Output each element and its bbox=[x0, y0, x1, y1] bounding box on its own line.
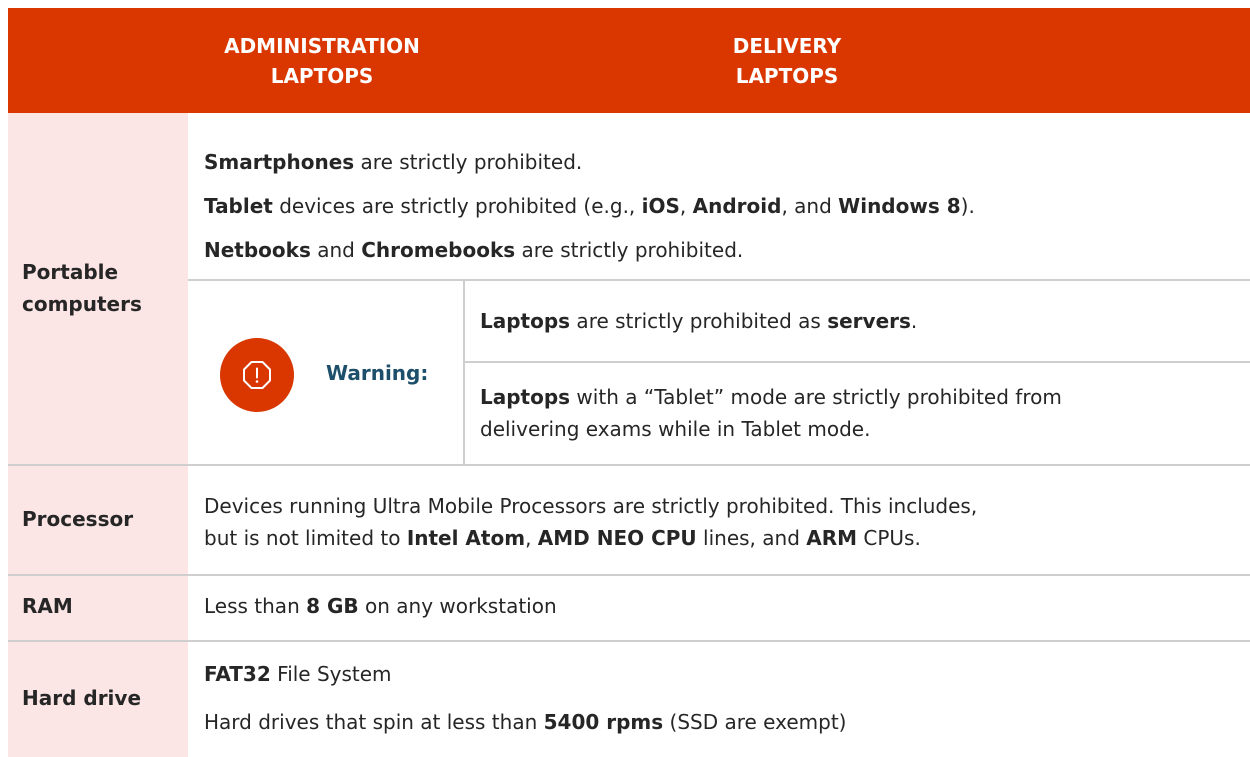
text-run: CPUs. bbox=[857, 526, 921, 550]
text-run: are strictly prohibited as bbox=[570, 309, 828, 333]
label-portable-line1: Portable bbox=[22, 260, 119, 284]
warning-box: Warning: Laptops are strictly prohibited… bbox=[188, 279, 1250, 466]
bold-term: Netbooks bbox=[204, 238, 311, 262]
portable-smartphones-text: Smartphones are strictly prohibited. bbox=[204, 146, 582, 178]
text-run: , bbox=[679, 194, 693, 218]
row-divider bbox=[8, 574, 1250, 576]
bold-term: AMD NEO CPU bbox=[537, 526, 697, 550]
header-col2-line1: DELIVERY bbox=[732, 34, 842, 58]
row-divider bbox=[8, 640, 1250, 642]
label-harddrive: Hard drive bbox=[22, 686, 142, 710]
label-portable-line2: computers bbox=[22, 292, 142, 316]
warning-tablet-mode-text-line2: delivering exams while in Tablet mode. bbox=[480, 413, 870, 445]
text-run: devices are strictly prohibited (e.g., bbox=[272, 194, 642, 218]
header-col1-line2: LAPTOPS bbox=[270, 64, 374, 88]
bold-term: FAT32 bbox=[204, 662, 271, 686]
warning-servers-text: Laptops are strictly prohibited as serve… bbox=[480, 305, 917, 337]
bold-term: servers bbox=[827, 309, 911, 333]
row-label-portable: Portable computers bbox=[8, 113, 188, 464]
ram-text: Less than 8 GB on any workstation bbox=[204, 590, 557, 622]
harddrive-fat32-text: FAT32 File System bbox=[204, 658, 392, 690]
bold-term: Windows 8 bbox=[838, 194, 961, 218]
header-col1-line1: ADMINISTRATION bbox=[224, 34, 420, 58]
bold-term: 8 GB bbox=[306, 594, 359, 618]
bold-term: 5400 rpms bbox=[543, 710, 664, 734]
text-run: , bbox=[525, 526, 538, 550]
warning-divider-vertical bbox=[463, 281, 465, 466]
bold-term: Intel Atom bbox=[406, 526, 526, 550]
bold-term: Smartphones bbox=[204, 150, 355, 174]
bold-term: Laptops bbox=[480, 309, 571, 333]
text-run: but is not limited to bbox=[204, 526, 407, 550]
text-run: are strictly prohibited. bbox=[354, 150, 583, 174]
text-run: on any workstation bbox=[358, 594, 557, 618]
text-run: lines, and bbox=[696, 526, 807, 550]
text-run: and bbox=[310, 238, 362, 262]
text-run: (SSD are exempt) bbox=[663, 710, 847, 734]
processor-text-line2: but is not limited to Intel Atom, AMD NE… bbox=[204, 522, 921, 554]
text-run: delivering exams while in Tablet mode. bbox=[480, 417, 871, 441]
warning-divider-horizontal bbox=[465, 361, 1250, 363]
text-run: with a “Tablet” mode are strictly prohib… bbox=[570, 385, 1062, 409]
warning-icon-badge bbox=[220, 338, 294, 412]
prohibited-devices-table: ADMINISTRATION LAPTOPS DELIVERY LAPTOPS … bbox=[8, 0, 1250, 757]
warning-label: Warning: bbox=[326, 361, 429, 385]
row-label-harddrive: Hard drive bbox=[8, 642, 188, 757]
header-col2-line2: LAPTOPS bbox=[735, 64, 839, 88]
label-processor: Processor bbox=[22, 507, 134, 531]
text-run: File System bbox=[270, 662, 392, 686]
row-label-ram: RAM bbox=[8, 576, 188, 640]
header-administration-laptops: ADMINISTRATION LAPTOPS bbox=[172, 31, 472, 91]
harddrive-rpm-text: Hard drives that spin at less than 5400 … bbox=[204, 706, 846, 738]
text-run: Devices running Ultra Mobile Processors … bbox=[204, 494, 978, 518]
text-run: . bbox=[910, 309, 918, 333]
text-run: , and bbox=[781, 194, 839, 218]
bold-term: Android bbox=[692, 194, 782, 218]
bold-term: Laptops bbox=[480, 385, 571, 409]
warning-tablet-mode-text-line1: Laptops with a “Tablet” mode are strictl… bbox=[480, 381, 1062, 413]
bold-term: Chromebooks bbox=[361, 238, 516, 262]
header-delivery-laptops: DELIVERY LAPTOPS bbox=[637, 31, 937, 91]
text-run: ). bbox=[960, 194, 975, 218]
text-run: Less than bbox=[204, 594, 307, 618]
processor-text-line1: Devices running Ultra Mobile Processors … bbox=[204, 490, 977, 522]
text-run: Hard drives that spin at less than bbox=[204, 710, 544, 734]
bold-term: Tablet bbox=[204, 194, 273, 218]
table-header: ADMINISTRATION LAPTOPS DELIVERY LAPTOPS bbox=[8, 8, 1250, 113]
portable-tablet-text: Tablet devices are strictly prohibited (… bbox=[204, 190, 975, 222]
text-run: are strictly prohibited. bbox=[515, 238, 744, 262]
portable-netbooks-text: Netbooks and Chromebooks are strictly pr… bbox=[204, 234, 743, 266]
octagon-exclamation-icon bbox=[243, 361, 271, 389]
row-label-processor: Processor bbox=[8, 466, 188, 574]
label-ram: RAM bbox=[22, 594, 73, 618]
bold-term: ARM bbox=[806, 526, 858, 550]
bold-term: iOS bbox=[641, 194, 680, 218]
